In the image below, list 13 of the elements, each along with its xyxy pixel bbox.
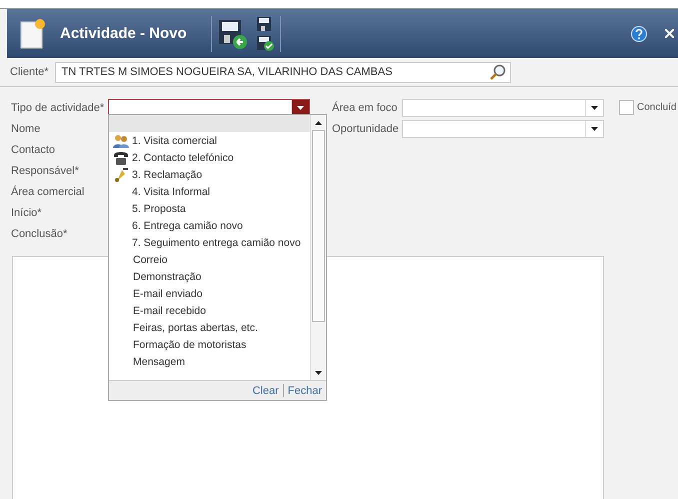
checkbox-label: Concluíd <box>637 102 676 113</box>
field-label: Área em foco <box>332 102 398 114</box>
field-label: Início* <box>11 206 42 218</box>
field-label: Conclusão* <box>11 228 68 240</box>
field-label: Responsável* <box>11 164 79 176</box>
field-label: Oportunidade <box>332 122 400 134</box>
field-label: Nome <box>11 122 40 134</box>
field-label: Área comercial <box>11 186 84 198</box>
field-value: TN TRTES M SIMOES NOGUEIRA SA, VILARINHO DAS CAMBAS <box>62 66 392 78</box>
field-label: Contacto <box>11 144 56 156</box>
window-title: Actividade - Novo <box>60 25 187 42</box>
field-label: Tipo de actividade* <box>11 102 106 114</box>
field-label: Cliente* <box>10 66 49 78</box>
